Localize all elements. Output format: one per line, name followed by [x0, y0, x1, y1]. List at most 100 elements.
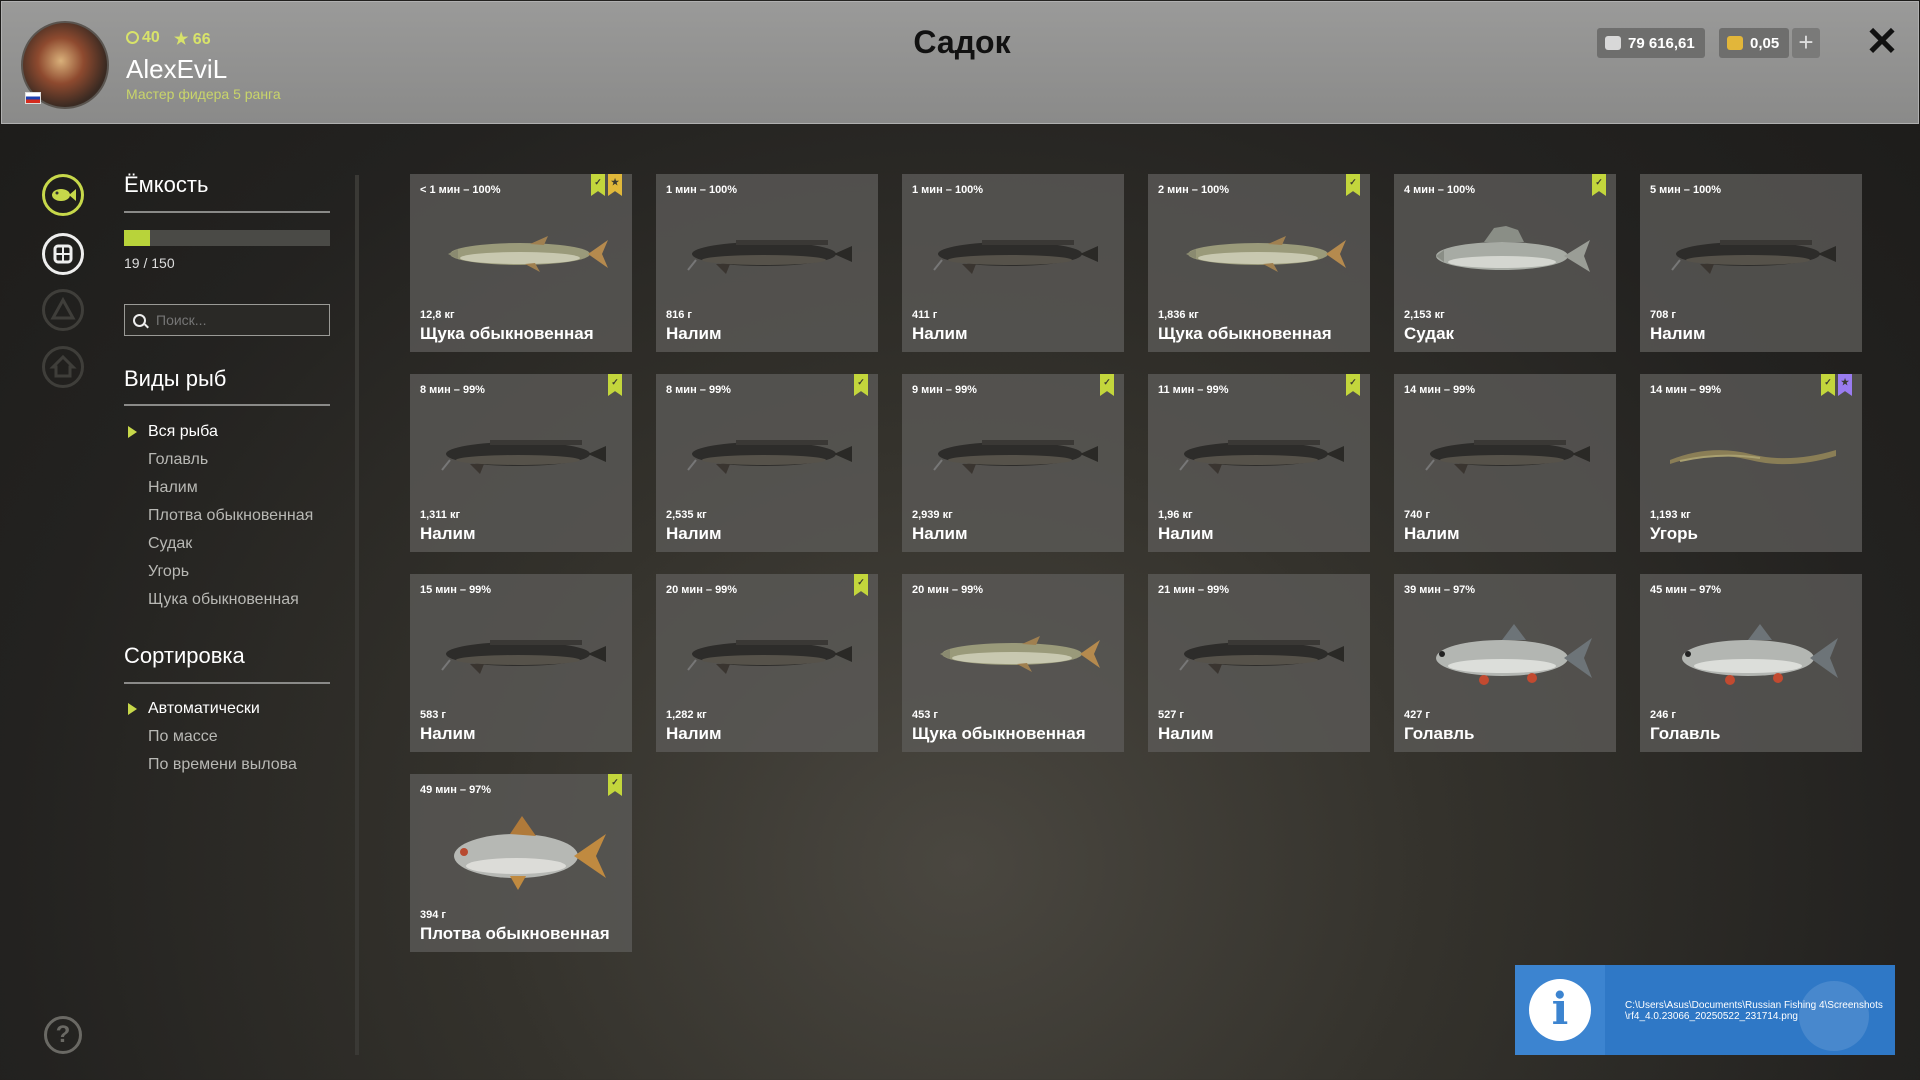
fish-weight: 394 г — [420, 909, 446, 921]
species-filter-item[interactable]: Угорь — [124, 558, 344, 586]
fish-card[interactable]: 4 мин – 100% ✓ 2,153 кг Судак — [1394, 174, 1616, 352]
pike-icon — [1168, 214, 1350, 294]
species-filter-item[interactable]: Налим — [124, 474, 344, 502]
fish-weight: 411 г — [912, 309, 938, 321]
help-icon[interactable]: ? — [44, 1016, 82, 1054]
fish-card[interactable]: < 1 мин – 100% ✓ ★ 12,8 кг Щука обыкновенная — [410, 174, 632, 352]
cursor-icon — [1799, 981, 1869, 1051]
green-bookmark-icon: ✓ — [854, 574, 868, 596]
catch-time: 4 мин – 100% — [1404, 184, 1476, 196]
fish-weight: 1,311 кг — [420, 509, 461, 521]
species-filter-item[interactable]: Голавль — [124, 446, 344, 474]
fish-name: Голавль — [1404, 724, 1475, 743]
sort-option-item[interactable]: Автоматически — [124, 695, 344, 723]
fish-weight: 1,836 кг — [1158, 309, 1199, 321]
badge-group: ✓ ★ — [1821, 374, 1852, 396]
fish-tab-icon[interactable] — [42, 174, 84, 216]
fish-card[interactable]: 45 мин – 97% 246 г Голавль — [1640, 574, 1862, 752]
catch-time: 14 мин – 99% — [1650, 384, 1722, 396]
species-filter-item[interactable]: Щука обыкновенная — [124, 586, 344, 614]
fish-card[interactable]: 20 мин – 99% ✓ 1,282 кг Налим — [656, 574, 878, 752]
fish-name: Налим — [666, 524, 722, 543]
home-tab-icon[interactable] — [42, 346, 84, 388]
fish-card[interactable]: 15 мин – 99% 583 г Налим — [410, 574, 632, 752]
home-icon — [49, 354, 77, 378]
fish-card[interactable]: 39 мин – 97% 427 г Голавль — [1394, 574, 1616, 752]
catch-time: 8 мин – 99% — [420, 384, 485, 396]
fish-card[interactable]: 9 мин – 99% ✓ 2,939 кг Налим — [902, 374, 1124, 552]
fish-card[interactable]: 11 мин – 99% ✓ 1,96 кг Налим — [1148, 374, 1370, 552]
green-bookmark-icon: ✓ — [608, 374, 622, 396]
fish-card[interactable]: 20 мин – 99% 453 г Щука обыкновенная — [902, 574, 1124, 752]
player-rank: Мастер фидера 5 ранга — [126, 86, 281, 102]
badge-group: ✓ — [608, 374, 622, 396]
search-box[interactable] — [124, 304, 330, 336]
pike-icon — [922, 614, 1104, 694]
gold-balance: 0,05 — [1719, 28, 1790, 58]
fish-weight: 1,96 кг — [1158, 509, 1193, 521]
fish-weight: 1,193 кг — [1650, 509, 1691, 521]
burbot-icon — [922, 214, 1104, 294]
burbot-icon — [1414, 414, 1596, 494]
fish-weight: 2,153 кг — [1404, 309, 1445, 321]
fish-card[interactable]: 8 мин – 99% ✓ 1,311 кг Налим — [410, 374, 632, 552]
sort-list: Автоматически По массе По времени вылова — [124, 695, 344, 779]
fish-name: Налим — [666, 324, 722, 343]
tent-icon — [50, 296, 76, 320]
gold-value: 0,05 — [1750, 34, 1780, 52]
fish-card[interactable]: 21 мин – 99% 527 г Налим — [1148, 574, 1370, 752]
fish-card[interactable]: 1 мин – 100% 411 г Налим — [902, 174, 1124, 352]
green-bookmark-icon: ✓ — [1100, 374, 1114, 396]
gold-coin-icon — [1727, 36, 1743, 50]
fish-weight: 1,282 кг — [666, 709, 707, 721]
search-input[interactable] — [154, 311, 308, 329]
species-filter-item[interactable]: Плотва обыкновенная — [124, 502, 344, 530]
fish-weight: 2,939 кг — [912, 509, 953, 521]
info-icon: i — [1529, 979, 1591, 1041]
keepnet-tab-icon[interactable] — [42, 233, 84, 275]
tent-tab-icon[interactable] — [42, 289, 84, 331]
sort-heading: Сортировка — [124, 643, 245, 668]
close-button[interactable]: ✕ — [1864, 22, 1900, 62]
sort-option-item[interactable]: По массе — [124, 723, 344, 751]
badge-group: ✓ — [1592, 174, 1606, 196]
sort-option-item[interactable]: По времени вылова — [124, 751, 344, 779]
catch-time: 8 мин – 99% — [666, 384, 731, 396]
russia-flag-icon — [25, 92, 41, 104]
fish-name: Налим — [912, 324, 968, 343]
species-filter-item[interactable]: Вся рыба — [124, 418, 344, 446]
fish-card[interactable]: 8 мин – 99% ✓ 2,535 кг Налим — [656, 374, 878, 552]
keepnet-grid: < 1 мин – 100% ✓ ★ 12,8 кг Щука обыкновенная… — [410, 174, 1862, 952]
badge-group: ✓ — [1346, 174, 1360, 196]
catch-time: 49 мин – 97% — [420, 784, 492, 796]
catch-time: 45 мин – 97% — [1650, 584, 1722, 596]
eel-icon — [1660, 414, 1842, 494]
roach-icon — [430, 814, 612, 894]
fish-card[interactable]: 14 мин – 99% 740 г Налим — [1394, 374, 1616, 552]
species-filter-item[interactable]: Судак — [124, 530, 344, 558]
fish-name: Налим — [912, 524, 968, 543]
burbot-icon — [1660, 214, 1842, 294]
chub-icon — [1660, 614, 1842, 694]
fish-card[interactable]: 49 мин – 97% ✓ 394 г Плотва обыкновенная — [410, 774, 632, 952]
gold-bookmark-icon: ★ — [608, 174, 622, 196]
fish-card[interactable]: 2 мин – 100% ✓ 1,836 кг Щука обыкновенная — [1148, 174, 1370, 352]
screenshot-notification[interactable]: i C:\Users\Asus\Documents\Russian Fishin… — [1515, 965, 1895, 1055]
catch-time: 14 мин – 99% — [1404, 384, 1476, 396]
add-currency-button[interactable]: + — [1792, 28, 1820, 58]
fish-card[interactable]: 1 мин – 100% 816 г Налим — [656, 174, 878, 352]
purple-bookmark-icon: ★ — [1838, 374, 1852, 396]
catch-time: 2 мин – 100% — [1158, 184, 1230, 196]
silver-value: 79 616,61 — [1628, 34, 1695, 52]
silver-balance: 79 616,61 — [1597, 28, 1705, 58]
panel-divider — [355, 175, 359, 1055]
fish-name: Налим — [420, 524, 476, 543]
fish-weight: 427 г — [1404, 709, 1430, 721]
fish-card[interactable]: 14 мин – 99% ✓ ★ 1,193 кг Угорь — [1640, 374, 1862, 552]
catch-time: 15 мин – 99% — [420, 584, 492, 596]
fish-weight: 816 г — [666, 309, 692, 321]
search-icon — [133, 313, 146, 327]
fish-name: Налим — [1404, 524, 1460, 543]
fish-card[interactable]: 5 мин – 100% 708 г Налим — [1640, 174, 1862, 352]
catch-time: 20 мин – 99% — [912, 584, 984, 596]
